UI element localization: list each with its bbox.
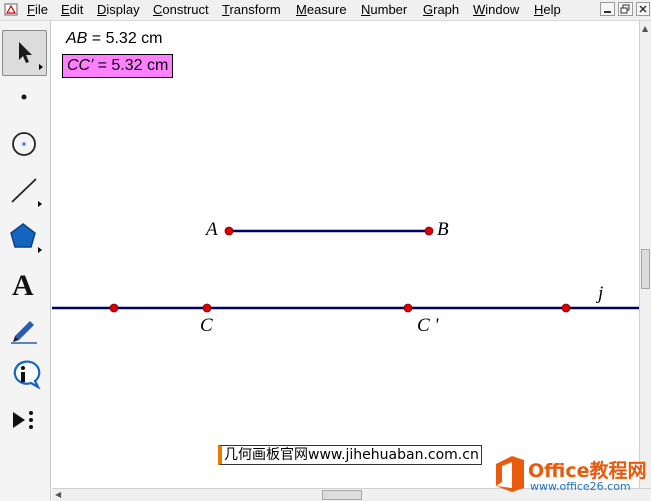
menu-help[interactable]: Help <box>534 2 561 17</box>
restore-button[interactable] <box>618 2 633 16</box>
menu-display[interactable]: Display <box>97 2 140 17</box>
menu-bar: File Edit Display Construct Transform Me… <box>0 0 651 21</box>
label-c-prime[interactable]: C ' <box>417 315 439 337</box>
logo-main-text: Office教程网 <box>528 460 647 482</box>
custom-tool-icon <box>13 411 33 429</box>
close-button[interactable] <box>636 2 650 16</box>
compass-tool-icon <box>12 132 36 156</box>
vertical-scrollbar[interactable]: ▲ <box>639 21 651 488</box>
sketch-canvas[interactable]: AB = 5.32 cm CC' = 5.32 cm A B C C ' j 几… <box>52 21 639 488</box>
office-logo-icon <box>496 456 524 492</box>
compass-tool[interactable] <box>1 122 48 168</box>
point-c-prime[interactable] <box>403 303 413 313</box>
watermark-caption: 几何画板官网www.jihehuaban.com.cn <box>218 445 482 465</box>
office-logo: Office教程网 www.office26.com <box>494 450 649 498</box>
polygon-tool-icon <box>10 223 42 253</box>
close-icon <box>639 5 647 13</box>
point-b[interactable] <box>424 226 434 236</box>
app-icon[interactable] <box>3 2 19 17</box>
arrow-tool-icon <box>19 42 43 70</box>
menu-number[interactable]: Number <box>361 2 407 17</box>
information-tool[interactable] <box>1 352 48 398</box>
point-c[interactable] <box>202 303 212 313</box>
text-tool[interactable]: A <box>1 260 48 306</box>
point-tool[interactable] <box>1 76 48 122</box>
vertical-scroll-thumb[interactable] <box>641 249 650 289</box>
menu-measure[interactable]: Measure <box>296 2 347 17</box>
toolbox: A <box>0 21 51 501</box>
label-c[interactable]: C <box>200 315 213 337</box>
logo-sub-text: www.office26.com <box>530 480 631 493</box>
polygon-tool[interactable] <box>1 214 48 260</box>
measurement-cc-prime[interactable]: CC' = 5.32 cm <box>62 54 174 78</box>
point-on-line-right[interactable] <box>561 303 571 313</box>
straightedge-tool-icon <box>11 178 42 207</box>
point-a[interactable] <box>224 226 234 236</box>
horizontal-scroll-thumb[interactable] <box>322 490 362 500</box>
arrow-tool[interactable] <box>2 30 47 76</box>
minimize-button[interactable] <box>600 2 615 16</box>
label-a[interactable]: A <box>206 219 218 241</box>
marker-tool[interactable] <box>1 306 48 352</box>
marker-tool-icon <box>11 321 37 344</box>
text-tool-icon: A <box>12 269 34 302</box>
point-on-line-left[interactable] <box>109 303 119 313</box>
menu-transform[interactable]: Transform <box>222 2 281 17</box>
menu-graph[interactable]: Graph <box>423 2 459 17</box>
label-b[interactable]: B <box>437 219 449 241</box>
svg-text:A: A <box>12 269 34 302</box>
menu-construct[interactable]: Construct <box>153 2 209 17</box>
menu-edit[interactable]: Edit <box>61 2 83 17</box>
restore-icon <box>620 4 630 14</box>
custom-tool[interactable] <box>1 398 48 444</box>
menu-file[interactable]: File <box>27 2 48 17</box>
label-j[interactable]: j <box>598 283 603 305</box>
menu-window[interactable]: Window <box>473 2 519 17</box>
point-tool-icon <box>21 94 27 100</box>
minimize-icon <box>604 11 611 13</box>
measurement-ab[interactable]: AB = 5.32 cm <box>66 30 163 48</box>
information-tool-icon <box>13 360 41 390</box>
scroll-left-icon[interactable]: ◀ <box>55 490 61 499</box>
straightedge-tool[interactable] <box>1 168 48 214</box>
scroll-up-icon[interactable]: ▲ <box>642 24 648 33</box>
sketch-drawing[interactable] <box>52 21 639 488</box>
